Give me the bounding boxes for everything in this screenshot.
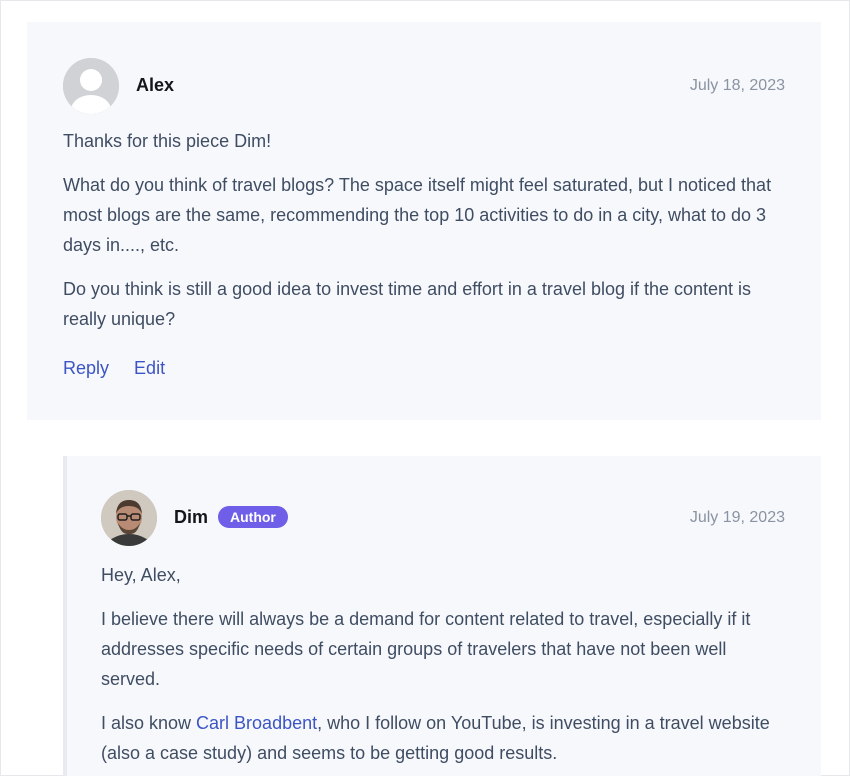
reply-text: I also know <box>101 713 197 733</box>
edit-link[interactable]: Edit <box>134 358 165 378</box>
comment-card: Alex July 18, 2023 Thanks for this piece… <box>27 22 821 420</box>
comment-paragraph: Thanks for this piece Dim! <box>63 131 272 151</box>
reply-body: Hey, Alex, I believe there will always b… <box>101 560 785 776</box>
comment-date[interactable]: July 18, 2023 <box>690 77 785 95</box>
comment-paragraph: Do you think is still a good idea to inv… <box>63 279 752 329</box>
reply-paragraph: I believe there will always be a demand … <box>101 609 751 689</box>
comment-paragraph: What do you think of travel blogs? The s… <box>63 175 772 255</box>
author-badge: Author <box>218 506 288 528</box>
reply-author[interactable]: Dim <box>174 507 208 528</box>
default-user-avatar-icon <box>63 58 119 114</box>
carl-broadbent-link[interactable]: Carl Broadbent <box>196 713 317 733</box>
reply-paragraph: I also know Carl Broadbent, who I follow… <box>101 708 785 768</box>
reply-date[interactable]: July 19, 2023 <box>690 509 785 527</box>
reply-paragraph: Hey, Alex, <box>101 565 181 585</box>
comment-header: Alex July 18, 2023 <box>63 58 785 114</box>
comment-author[interactable]: Alex <box>136 75 174 96</box>
reply-card: Dim Author July 19, 2023 Hey, Alex, I be… <box>63 456 821 776</box>
comment-actions: Reply Edit <box>63 358 185 379</box>
comment-body: Thanks for this piece Dim! What do you t… <box>63 126 785 348</box>
reply-header: Dim Author July 19, 2023 <box>101 490 785 546</box>
reply-link[interactable]: Reply <box>63 358 109 378</box>
user-photo-avatar-icon <box>101 490 157 546</box>
